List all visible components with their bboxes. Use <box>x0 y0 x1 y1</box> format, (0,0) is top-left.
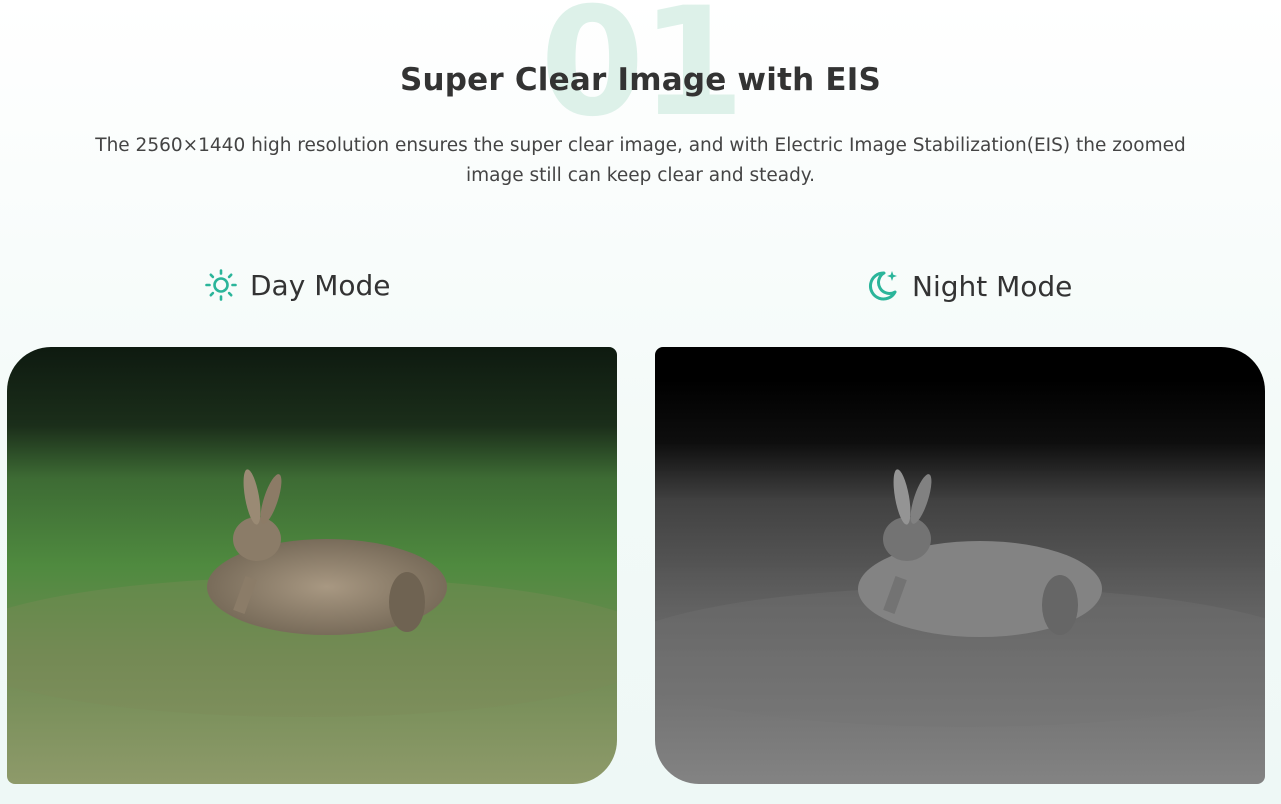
night-mode-label: Night Mode <box>864 268 1072 304</box>
day-mode-photo <box>7 347 617 784</box>
day-mode-label: Day Mode <box>204 268 390 302</box>
sun-icon <box>204 268 238 302</box>
night-mode-text: Night Mode <box>912 269 1073 303</box>
section-title: Super Clear Image with EIS <box>399 62 882 98</box>
section-description: The 2560×1440 high resolution ensures th… <box>95 135 1186 186</box>
day-mode-text: Day Mode <box>250 268 391 302</box>
moon-icon <box>864 268 900 304</box>
night-mode-photo <box>655 347 1265 784</box>
